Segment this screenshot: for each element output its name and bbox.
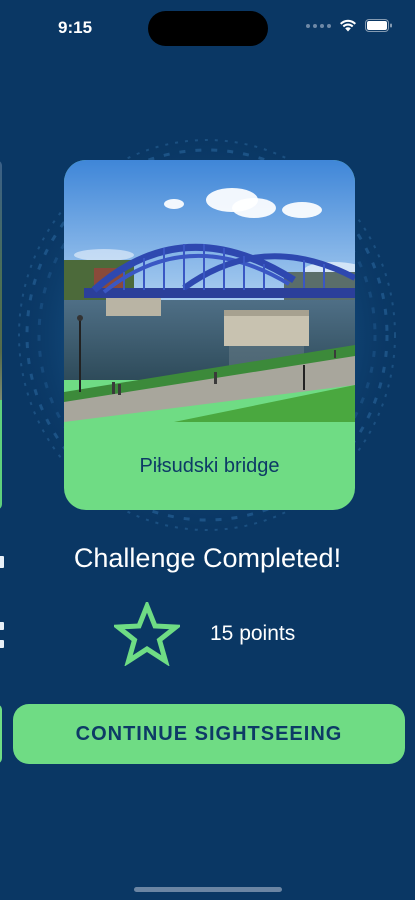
bridge-photo — [64, 160, 355, 422]
challenge-completed-screen: 9:15 Piłsudski bridge Challenge Complete… — [0, 0, 415, 900]
home-indicator[interactable] — [134, 887, 282, 892]
status-indicators — [306, 19, 393, 32]
dynamic-island — [148, 11, 268, 46]
sight-name: Piłsudski bridge — [139, 454, 280, 477]
battery-icon — [365, 19, 392, 32]
previous-star-edge — [0, 622, 4, 630]
previous-button-edge — [0, 704, 2, 764]
previous-star-edge-2 — [0, 640, 4, 648]
sight-card[interactable]: Piłsudski bridge — [64, 160, 355, 510]
continue-sightseeing-button[interactable]: CONTINUE SIGHTSEEING — [13, 704, 405, 764]
cellular-signal-icon — [306, 23, 331, 28]
challenge-completed-title: Challenge Completed! — [73, 543, 342, 573]
previous-card-edge[interactable] — [0, 160, 2, 510]
status-time: 9:15 — [58, 18, 93, 37]
points-row: 15 points — [114, 602, 295, 666]
star-outline-icon — [114, 602, 180, 666]
points-label: 15 points — [210, 622, 296, 645]
wifi-icon — [340, 19, 356, 32]
status-bar: 9:15 — [0, 0, 415, 58]
